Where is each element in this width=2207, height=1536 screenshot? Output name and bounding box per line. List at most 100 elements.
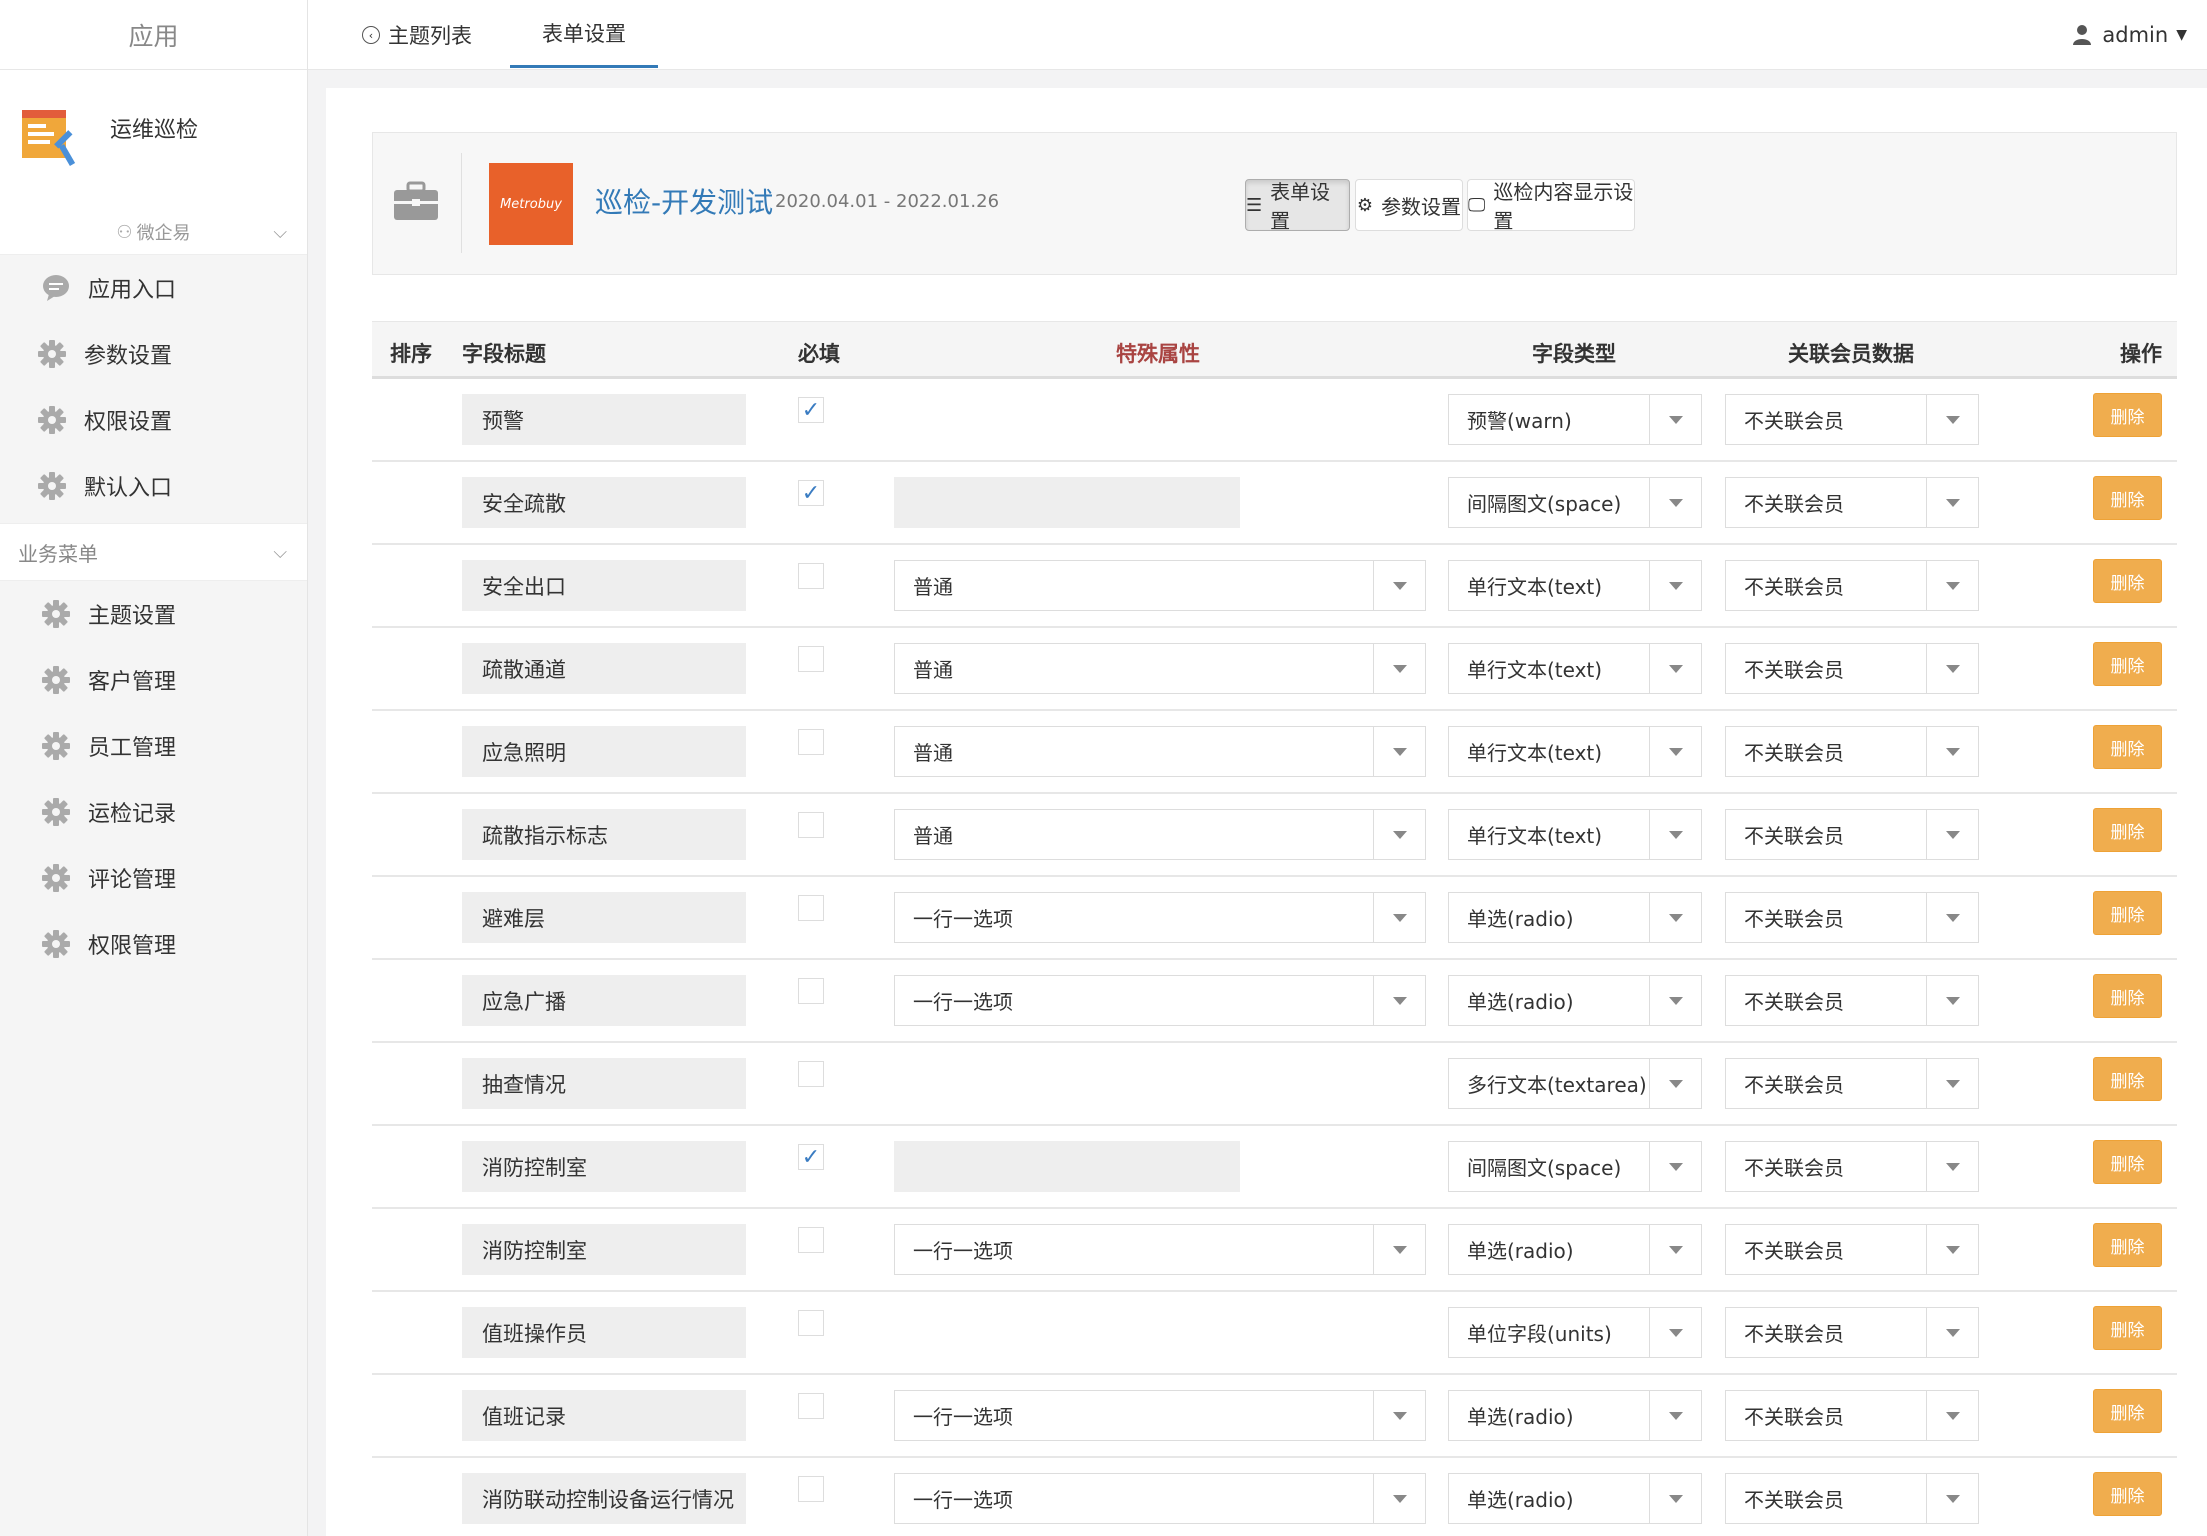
special-attr-select[interactable]: 一行一选项	[894, 975, 1426, 1026]
sidebar-item-app-entry[interactable]: 应用入口	[0, 255, 307, 321]
field-type-select[interactable]: 单行文本(text)	[1448, 726, 1702, 777]
field-title-input[interactable]: 应急照明	[462, 726, 746, 777]
member-data-select[interactable]: 不关联会员	[1725, 1390, 1979, 1441]
field-title-input[interactable]: 消防控制室	[462, 1141, 746, 1192]
member-data-select[interactable]: 不关联会员	[1725, 1141, 1979, 1192]
sidebar-item-inspection-records[interactable]: 运检记录	[0, 779, 307, 845]
field-type-select[interactable]: 间隔图文(space)	[1448, 477, 1702, 528]
member-data-select[interactable]: 不关联会员	[1725, 892, 1979, 943]
member-data-select[interactable]: 不关联会员	[1725, 560, 1979, 611]
member-data-select[interactable]: 不关联会员	[1725, 1307, 1979, 1358]
required-checkbox[interactable]	[798, 812, 824, 838]
required-checkbox[interactable]	[798, 563, 824, 589]
sidebar-item-topic-settings[interactable]: 主题设置	[0, 581, 307, 647]
member-data-select[interactable]: 不关联会员	[1725, 1224, 1979, 1275]
display-settings-button[interactable]: 🖵 巡检内容显示设置	[1467, 179, 1635, 233]
delete-button[interactable]: 删除	[2093, 476, 2162, 520]
field-title-input[interactable]: 抽查情况	[462, 1058, 746, 1109]
sidebar-item-customers[interactable]: 客户管理	[0, 647, 307, 713]
field-type-select[interactable]: 单行文本(text)	[1448, 643, 1702, 694]
field-title-input[interactable]: 疏散指示标志	[462, 809, 746, 860]
field-type-select[interactable]: 单选(radio)	[1448, 975, 1702, 1026]
field-type-select[interactable]: 多行文本(textarea)	[1448, 1058, 1702, 1109]
tab-topic-list[interactable]: ‹ 主题列表	[362, 0, 472, 70]
sidebar-item-permissions[interactable]: 权限设置	[0, 387, 307, 453]
topic-title[interactable]: 巡检-开发测试	[595, 181, 773, 221]
field-type-select[interactable]: 单选(radio)	[1448, 1224, 1702, 1275]
required-checkbox[interactable]: ✓	[798, 397, 824, 423]
required-checkbox[interactable]: ✓	[798, 480, 824, 506]
user-menu[interactable]: admin ▼	[2072, 0, 2187, 70]
field-type-select[interactable]: 预警(warn)	[1448, 394, 1702, 445]
field-type-select[interactable]: 单行文本(text)	[1448, 809, 1702, 860]
sidebar-item-permission-management[interactable]: 权限管理	[0, 911, 307, 977]
delete-button[interactable]: 删除	[2093, 559, 2162, 603]
required-checkbox[interactable]	[798, 1476, 824, 1502]
delete-button[interactable]: 删除	[2093, 725, 2162, 769]
field-title-input[interactable]: 疏散通道	[462, 643, 746, 694]
delete-button[interactable]: 删除	[2093, 642, 2162, 686]
required-checkbox[interactable]	[798, 646, 824, 672]
special-attr-select[interactable]: 一行一选项	[894, 1390, 1426, 1441]
member-data-select[interactable]: 不关联会员	[1725, 477, 1979, 528]
member-data-select[interactable]: 不关联会员	[1725, 809, 1979, 860]
member-data-select[interactable]: 不关联会员	[1725, 394, 1979, 445]
sidebar-item-staff[interactable]: 员工管理	[0, 713, 307, 779]
delete-button[interactable]: 删除	[2093, 1223, 2162, 1267]
field-title-input[interactable]: 安全疏散	[462, 477, 746, 528]
field-type-select[interactable]: 单选(radio)	[1448, 1390, 1702, 1441]
delete-button[interactable]: 删除	[2093, 1472, 2162, 1516]
field-title-input[interactable]: 预警	[462, 394, 746, 445]
required-checkbox[interactable]	[798, 1227, 824, 1253]
field-type-select[interactable]: 单行文本(text)	[1448, 560, 1702, 611]
field-title-input[interactable]: 值班记录	[462, 1390, 746, 1441]
delete-button[interactable]: 删除	[2093, 1057, 2162, 1101]
field-title-input[interactable]: 值班操作员	[462, 1307, 746, 1358]
required-checkbox[interactable]	[798, 1310, 824, 1336]
sidebar-item-comments[interactable]: 评论管理	[0, 845, 307, 911]
sidebar-group-header[interactable]: ⚇ 微企易 ⌵	[0, 210, 307, 255]
app-card[interactable]: 运维巡检	[0, 70, 307, 210]
required-checkbox[interactable]: ✓	[798, 1144, 824, 1170]
field-type-select[interactable]: 间隔图文(space)	[1448, 1141, 1702, 1192]
field-type-select[interactable]: 单选(radio)	[1448, 892, 1702, 943]
form-settings-button[interactable]: ☰ 表单设置	[1245, 179, 1350, 233]
special-attr-select[interactable]: 一行一选项	[894, 1473, 1426, 1524]
delete-button[interactable]: 删除	[2093, 974, 2162, 1018]
member-data-select[interactable]: 不关联会员	[1725, 1058, 1979, 1109]
required-checkbox[interactable]	[798, 729, 824, 755]
special-attr-select[interactable]: 普通	[894, 643, 1426, 694]
field-title-input[interactable]: 消防控制室	[462, 1224, 746, 1275]
delete-button[interactable]: 删除	[2093, 1306, 2162, 1350]
special-attr-select[interactable]: 普通	[894, 809, 1426, 860]
delete-button[interactable]: 删除	[2093, 393, 2162, 437]
field-title-input[interactable]: 应急广播	[462, 975, 746, 1026]
special-attr-select[interactable]: 一行一选项	[894, 1224, 1426, 1275]
delete-button[interactable]: 删除	[2093, 1389, 2162, 1433]
special-attr-select[interactable]: 一行一选项	[894, 892, 1426, 943]
field-title-input[interactable]: 消防联动控制设备运行情况	[462, 1473, 746, 1524]
sidebar-section-header[interactable]: 业务菜单 ⌵	[0, 523, 307, 581]
sidebar-item-params[interactable]: 参数设置	[0, 321, 307, 387]
required-checkbox[interactable]	[798, 1393, 824, 1419]
field-title-input[interactable]: 避难层	[462, 892, 746, 943]
delete-button[interactable]: 删除	[2093, 1140, 2162, 1184]
special-attr-select[interactable]: 普通	[894, 560, 1426, 611]
member-data-select[interactable]: 不关联会员	[1725, 1473, 1979, 1524]
params-settings-button[interactable]: ⚙ 参数设置	[1355, 179, 1463, 231]
special-attr-select[interactable]: 普通	[894, 726, 1426, 777]
member-data-select[interactable]: 不关联会员	[1725, 643, 1979, 694]
member-data-select[interactable]: 不关联会员	[1725, 726, 1979, 777]
delete-button[interactable]: 删除	[2093, 891, 2162, 935]
field-title-input[interactable]: 安全出口	[462, 560, 746, 611]
field-type-select[interactable]: 单选(radio)	[1448, 1473, 1702, 1524]
field-type-select[interactable]: 单位字段(units)	[1448, 1307, 1702, 1358]
tab-form-settings[interactable]: 表单设置	[510, 0, 658, 68]
required-checkbox[interactable]	[798, 978, 824, 1004]
required-checkbox[interactable]	[798, 895, 824, 921]
sidebar-item-default-entry[interactable]: 默认入口	[0, 453, 307, 519]
table-row: 消防联动控制设备运行情况 一行一选项 单选(radio) 不关联会员 删除	[372, 1458, 2177, 1536]
delete-button[interactable]: 删除	[2093, 808, 2162, 852]
member-data-select[interactable]: 不关联会员	[1725, 975, 1979, 1026]
required-checkbox[interactable]	[798, 1061, 824, 1087]
